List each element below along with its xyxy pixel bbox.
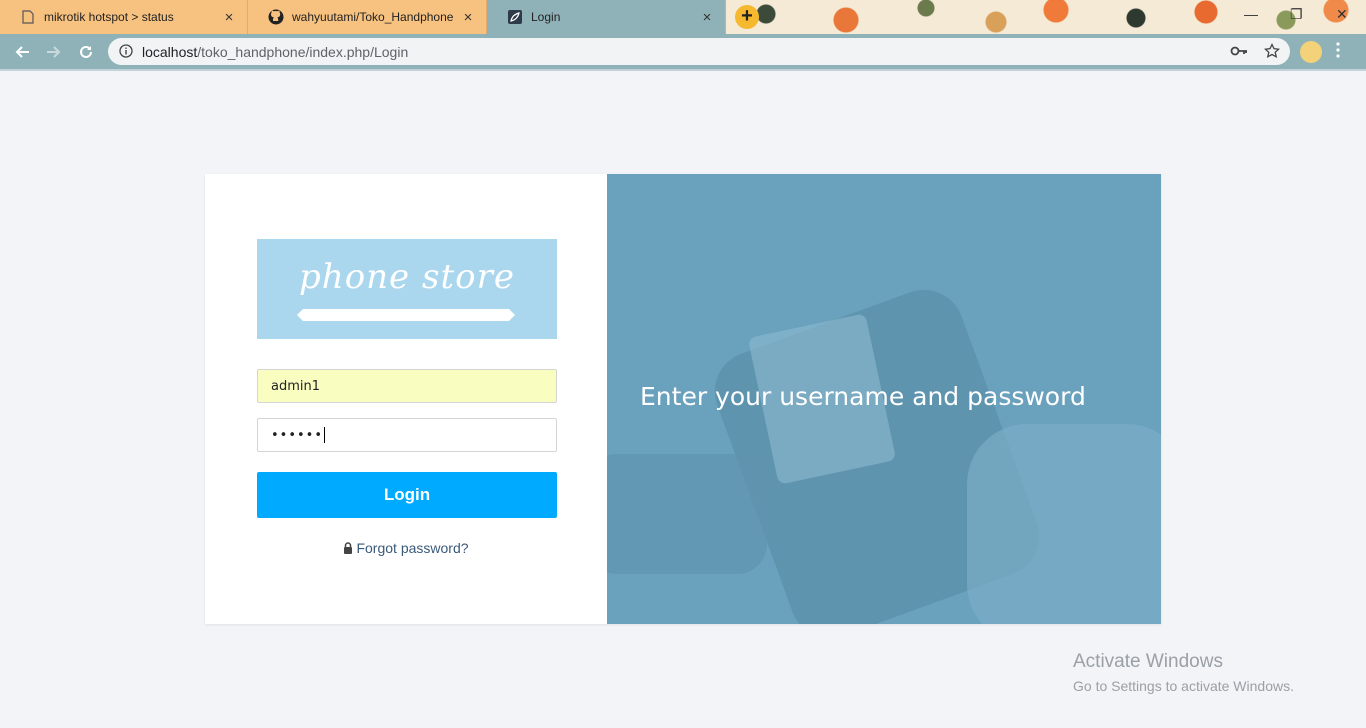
- tab-label: Login: [531, 10, 561, 24]
- github-icon: [268, 9, 284, 25]
- forward-button[interactable]: [42, 40, 66, 64]
- url-path: /toko_handphone/index.php/Login: [197, 44, 409, 60]
- window-close-icon[interactable]: ✕: [1336, 6, 1348, 23]
- tab-mikrotik-hotspot[interactable]: mikrotik hotspot > status ×: [0, 0, 247, 34]
- reload-button[interactable]: [74, 40, 98, 64]
- tab-label: wahyuutami/Toko_Handphone: [292, 10, 454, 24]
- page-icon: [20, 9, 36, 25]
- hero-photo-shape: [967, 424, 1161, 624]
- restore-icon[interactable]: ❐: [1290, 6, 1303, 23]
- forgot-password-label: Forgot password?: [356, 540, 469, 556]
- forgot-password-link[interactable]: Forgot password?: [205, 540, 607, 557]
- minimize-icon[interactable]: —: [1244, 6, 1258, 22]
- url-text[interactable]: localhost/toko_handphone/index.php/Login: [142, 44, 408, 60]
- username-value: admin1: [271, 378, 321, 394]
- back-button[interactable]: [10, 40, 34, 64]
- profile-avatar[interactable]: [1300, 41, 1322, 63]
- watermark-subtitle: Go to Settings to activate Windows.: [1073, 678, 1294, 694]
- kebab-menu-icon[interactable]: [1336, 42, 1340, 63]
- login-button[interactable]: Login: [257, 472, 557, 518]
- url-host: localhost: [142, 44, 198, 60]
- hero-photo-shape: [607, 454, 767, 574]
- windows-activation-watermark: Activate Windows Go to Settings to activ…: [1073, 651, 1294, 694]
- browser-theme-artwork: [726, 0, 1366, 34]
- hero-headline: Enter your username and password: [640, 382, 1086, 411]
- back-arrow-icon: [15, 46, 29, 58]
- address-bar[interactable]: localhost/toko_handphone/index.php/Login: [108, 38, 1290, 65]
- close-tab-icon[interactable]: ×: [460, 9, 476, 26]
- reload-icon: [80, 45, 92, 58]
- close-tab-icon[interactable]: ×: [699, 9, 715, 26]
- store-logo: phone store: [257, 239, 557, 339]
- tab-github-toko-handphone[interactable]: wahyuutami/Toko_Handphone ×: [248, 0, 486, 34]
- watermark-title: Activate Windows: [1073, 651, 1223, 672]
- bookmark-star-icon[interactable]: [1263, 42, 1281, 64]
- new-tab-button[interactable]: +: [735, 5, 759, 29]
- password-mask: ••••••: [271, 427, 324, 443]
- hero-panel: Enter your username and password: [607, 174, 1161, 624]
- toolbar-divider: [0, 69, 1366, 71]
- lock-icon: [343, 541, 353, 557]
- tab-strip: mikrotik hotspot > status × wahyuutami/T…: [0, 0, 1366, 34]
- leaf-icon: [507, 9, 523, 25]
- password-field[interactable]: ••••••: [257, 418, 557, 452]
- logo-text: phone store: [299, 257, 515, 297]
- login-panel: phone store admin1 •••••• Login Forgot p…: [205, 174, 607, 624]
- tab-login[interactable]: Login ×: [487, 0, 725, 34]
- key-icon[interactable]: [1230, 44, 1248, 63]
- browser-toolbar: localhost/toko_handphone/index.php/Login: [0, 34, 1366, 69]
- text-caret: [324, 427, 326, 443]
- info-icon[interactable]: [119, 44, 133, 63]
- username-field[interactable]: admin1: [257, 369, 557, 403]
- logo-ribbon: [297, 309, 515, 321]
- tab-label: mikrotik hotspot > status: [44, 10, 174, 24]
- forward-arrow-icon: [47, 46, 61, 58]
- close-tab-icon[interactable]: ×: [221, 9, 237, 26]
- login-card: phone store admin1 •••••• Login Forgot p…: [205, 174, 1161, 624]
